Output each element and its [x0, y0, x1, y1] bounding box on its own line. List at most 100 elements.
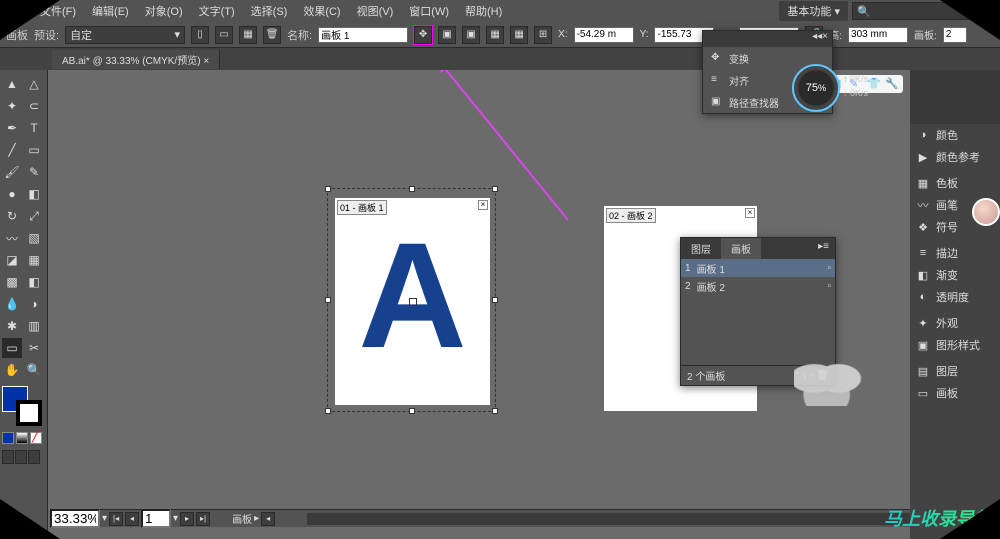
panel-graphic-styles[interactable]: ▣图形样式	[910, 334, 1000, 356]
close-tab-icon[interactable]: ×	[203, 56, 209, 67]
gradient-mode-icon[interactable]	[16, 432, 28, 444]
none-mode-icon[interactable]: ╱	[30, 432, 42, 444]
color-mode-icon[interactable]	[2, 432, 14, 444]
menu-object[interactable]: 对象(O)	[139, 1, 189, 21]
handle-bl[interactable]	[325, 408, 331, 414]
paintbrush-tool-icon[interactable]: 🖌	[2, 162, 22, 182]
rectangle-tool-icon[interactable]: ▭	[24, 140, 44, 160]
artboard-list-row-2[interactable]: 2 画板 2 ▫	[681, 277, 835, 295]
menu-view[interactable]: 视图(V)	[351, 1, 400, 21]
panel-close-icon[interactable]: ×	[822, 31, 828, 47]
blend-tool-icon[interactable]: ◑	[24, 294, 44, 314]
gradient-tool-icon[interactable]: ◧	[24, 272, 44, 292]
screen-mode-1-icon[interactable]	[2, 450, 14, 464]
artboard-nav-input[interactable]	[141, 509, 171, 528]
fill-stroke-swatches[interactable]	[2, 386, 42, 426]
panel-color[interactable]: ◑颜色	[910, 124, 1000, 146]
panel-menu-icon[interactable]: ▸≡	[812, 238, 835, 259]
align-icon-1[interactable]: ▣	[438, 26, 456, 44]
pencil-tool-icon[interactable]: ✎	[24, 162, 44, 182]
reference-point-icon[interactable]: ⊞	[534, 26, 552, 44]
ime-wrench-icon[interactable]: 🔧	[885, 77, 899, 91]
menu-effect[interactable]: 效果(C)	[297, 1, 346, 21]
menu-window[interactable]: 窗口(W)	[403, 1, 455, 21]
panel-collapse-icon[interactable]: ◂◂	[812, 31, 822, 47]
horizontal-scrollbar[interactable]	[307, 513, 910, 525]
eyedropper-tool-icon[interactable]: 💧	[2, 294, 22, 314]
blob-brush-tool-icon[interactable]: ●	[2, 184, 22, 204]
x-input[interactable]	[574, 27, 634, 43]
delete-artboard-icon[interactable]: 🗑	[263, 26, 281, 44]
panel-artboards-shortcut[interactable]: ▭画板	[910, 382, 1000, 404]
new-artboard-icon[interactable]: ▦	[239, 26, 257, 44]
rotate-tool-icon[interactable]: ↻	[2, 206, 22, 226]
artboard-name-input[interactable]	[318, 27, 408, 43]
pen-tool-icon[interactable]: ✒	[2, 118, 22, 138]
hand-tool-icon[interactable]: ✋	[2, 360, 22, 380]
artboard-2-close-icon[interactable]: ×	[745, 208, 755, 218]
magic-wand-tool-icon[interactable]: ✦	[2, 96, 22, 116]
tab-artboards[interactable]: 画板	[721, 238, 761, 259]
type-tool-icon[interactable]: T	[24, 118, 44, 138]
column-graph-tool-icon[interactable]: ▥	[24, 316, 44, 336]
panel-stroke[interactable]: ≡描边	[910, 242, 1000, 264]
artboard-1-selection[interactable]	[327, 188, 496, 412]
handle-tl[interactable]	[325, 186, 331, 192]
handle-mr[interactable]	[492, 297, 498, 303]
row-options-icon[interactable]: ▫	[827, 281, 831, 292]
user-avatar[interactable]	[972, 198, 1000, 226]
menu-edit[interactable]: 编辑(E)	[86, 1, 135, 21]
panel-transparency[interactable]: ◐透明度	[910, 286, 1000, 308]
free-transform-tool-icon[interactable]: ▧	[24, 228, 44, 248]
handle-ml[interactable]	[325, 297, 331, 303]
ime-skin-icon[interactable]: 👕	[867, 77, 881, 91]
screen-mode-3-icon[interactable]	[28, 450, 40, 464]
preset-dropdown[interactable]: 自定▾	[65, 26, 185, 44]
document-tab[interactable]: AB.ai* @ 33.33% (CMYK/预览) ×	[52, 50, 220, 69]
workspace-switcher[interactable]: 基本功能 ▾	[779, 1, 848, 21]
menu-select[interactable]: 选择(S)	[245, 1, 294, 21]
slice-tool-icon[interactable]: ✂	[24, 338, 44, 358]
eraser-tool-icon[interactable]: ◧	[24, 184, 44, 204]
artboard-tool-icon[interactable]: ▭	[2, 338, 22, 358]
tab-layers[interactable]: 图层	[681, 238, 721, 259]
mesh-tool-icon[interactable]: ▩	[2, 272, 22, 292]
orientation-portrait-icon[interactable]: ▯	[191, 26, 209, 44]
scroll-left-icon[interactable]: ◂	[261, 512, 275, 526]
screen-mode-2-icon[interactable]	[15, 450, 27, 464]
scale-tool-icon[interactable]: ⤢	[24, 206, 44, 226]
orientation-landscape-icon[interactable]: ▭	[215, 26, 233, 44]
move-with-artboard-icon[interactable]: ✥	[414, 26, 432, 44]
stroke-color-swatch[interactable]	[16, 400, 42, 426]
height-input[interactable]	[848, 27, 908, 43]
first-artboard-icon[interactable]: |◂	[109, 512, 123, 526]
menu-help[interactable]: 帮助(H)	[459, 1, 508, 21]
perspective-tool-icon[interactable]: ▦	[24, 250, 44, 270]
panel-layers-shortcut[interactable]: ▤图层	[910, 360, 1000, 382]
align-icon-2[interactable]: ▣	[462, 26, 480, 44]
next-artboard-icon[interactable]: ▸	[180, 512, 194, 526]
menu-type[interactable]: 文字(T)	[193, 1, 241, 21]
last-artboard-icon[interactable]: ▸|	[196, 512, 210, 526]
zoom-tool-icon[interactable]: 🔍	[24, 360, 44, 380]
prev-artboard-icon[interactable]: ◂	[125, 512, 139, 526]
row-options-icon[interactable]: ▫	[827, 263, 831, 274]
panel-swatches[interactable]: ▦色板	[910, 172, 1000, 194]
panel-color-guide[interactable]: ▶颜色参考	[910, 146, 1000, 168]
handle-tc[interactable]	[409, 186, 415, 192]
artboard-list-row-1[interactable]: 1 画板 1 ▫	[681, 259, 835, 277]
speed-gauge[interactable]: 75%	[792, 64, 840, 112]
panel-appearance[interactable]: ✦外观	[910, 312, 1000, 334]
direct-selection-tool-icon[interactable]: △	[24, 74, 44, 94]
width-tool-icon[interactable]: 〰	[2, 228, 22, 248]
dock-header[interactable]	[910, 70, 1000, 124]
symbol-sprayer-tool-icon[interactable]: ✱	[2, 316, 22, 336]
handle-tr[interactable]	[492, 186, 498, 192]
selection-tool-icon[interactable]: ▲	[2, 74, 22, 94]
align-icon-4[interactable]: ▦	[510, 26, 528, 44]
handle-br[interactable]	[492, 408, 498, 414]
handle-bc[interactable]	[409, 408, 415, 414]
line-tool-icon[interactable]: ╱	[2, 140, 22, 160]
shape-builder-tool-icon[interactable]: ◪	[2, 250, 22, 270]
panel-gradient[interactable]: ◧渐变	[910, 264, 1000, 286]
